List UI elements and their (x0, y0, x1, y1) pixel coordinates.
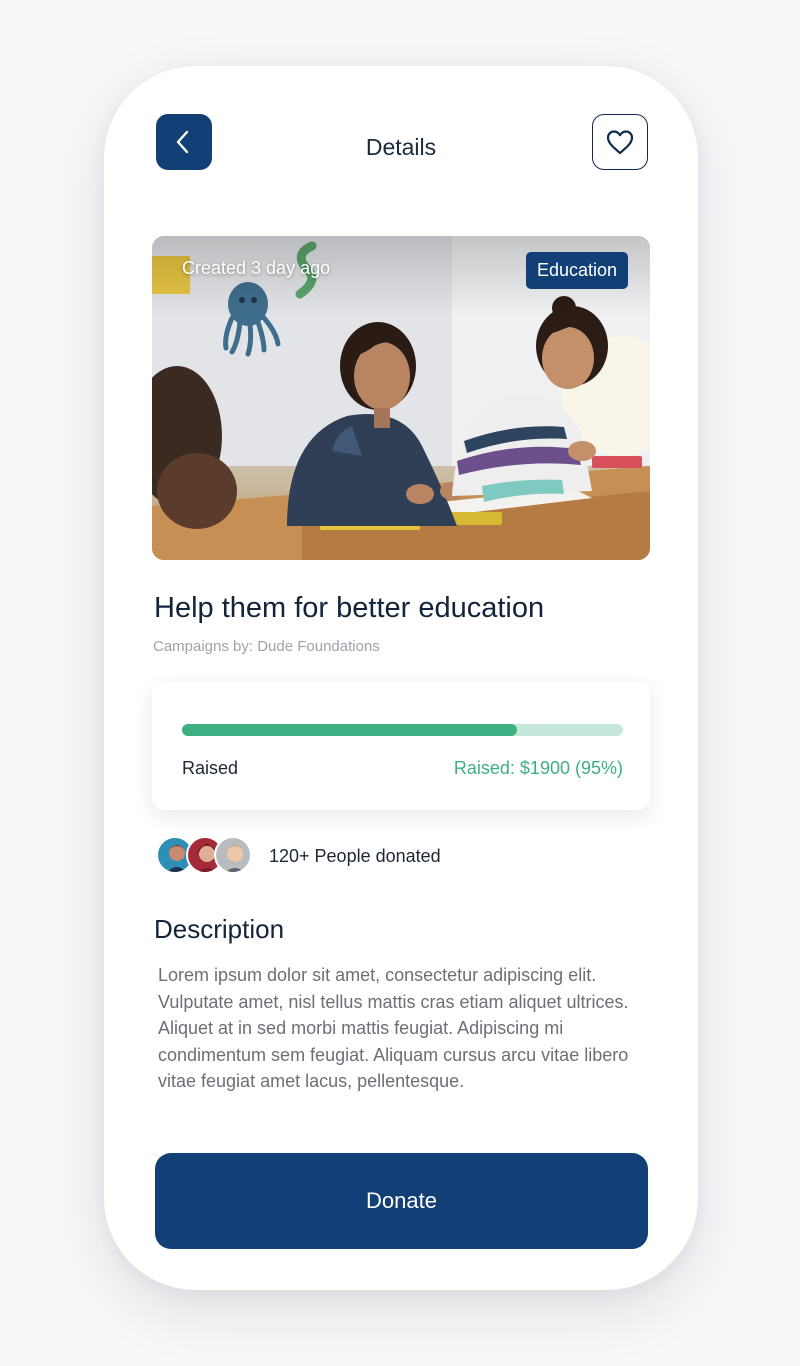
heart-icon (606, 130, 634, 155)
campaign-title: Help them for better education (154, 592, 545, 624)
description-heading: Description (154, 914, 285, 944)
progress-track (182, 724, 623, 736)
favorite-button[interactable] (592, 114, 648, 170)
fundraising-progress-card: Raised Raised: $1900 (95%) (152, 682, 650, 810)
donate-button[interactable]: Donate (155, 1153, 648, 1249)
donor-avatars[interactable] (156, 836, 256, 874)
raised-label: Raised (182, 758, 239, 778)
description-text: Lorem ipsum dolor sit amet, consectetur … (158, 965, 629, 1091)
campaign-photo: Created 3 day ago Education (152, 236, 650, 560)
raised-amount: Raised: $1900 (95%) (453, 758, 623, 778)
donor-count: 120+ People donated (269, 846, 441, 866)
campaign-organizer: Campaigns by: Dude Foundations (153, 638, 380, 655)
phone-screen: Details Created 3 day ago Education Help… (104, 66, 698, 1290)
progress-fill (182, 724, 518, 736)
avatar (214, 836, 252, 874)
created-date: Created 3 day ago (182, 258, 331, 278)
category-badge[interactable]: Education (525, 252, 628, 289)
